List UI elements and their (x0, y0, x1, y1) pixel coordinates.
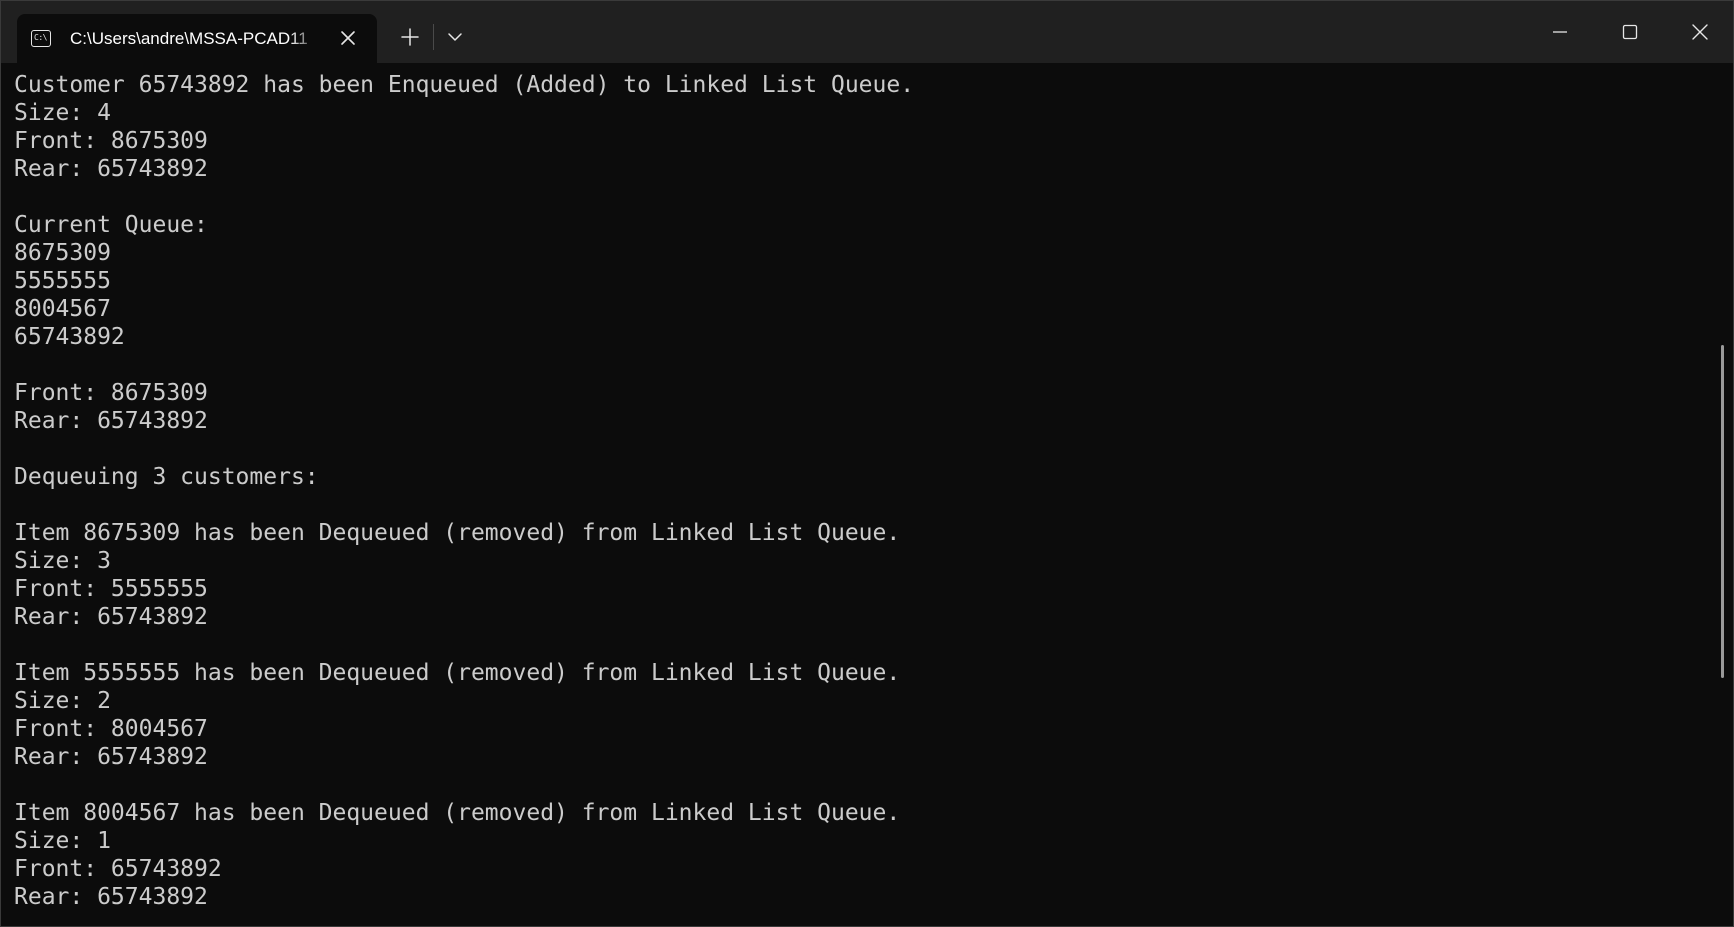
terminal-line: Rear: 65743892 (14, 744, 208, 770)
tab-active[interactable]: C:\ C:\Users\andre\MSSA-PCAD11 (17, 14, 377, 63)
minimize-button[interactable] (1525, 1, 1595, 63)
terminal-window: C:\ C:\Users\andre\MSSA-PCAD11 Customer … (0, 0, 1734, 927)
terminal-line: 5555555 (14, 268, 111, 294)
plus-icon (401, 28, 419, 46)
terminal-output[interactable]: Customer 65743892 has been Enqueued (Add… (14, 71, 1714, 926)
terminal-line: Item 8675309 has been Dequeued (removed)… (14, 520, 901, 546)
terminal-line: Front: 8004567 (14, 716, 208, 742)
terminal-line: Dequeuing 3 customers: (14, 464, 319, 490)
terminal-line: 8675309 (14, 240, 111, 266)
tab-dropdown-button[interactable] (435, 15, 475, 59)
new-tab-button[interactable] (390, 15, 430, 59)
terminal-line: Front: 8675309 (14, 128, 208, 154)
minimize-icon (1553, 31, 1567, 33)
terminal-line: Rear: 65743892 (14, 408, 208, 434)
terminal-line: Size: 1 (14, 828, 111, 854)
terminal-line: Size: 4 (14, 100, 111, 126)
terminal-line: Size: 2 (14, 688, 111, 714)
terminal-line: Front: 5555555 (14, 576, 208, 602)
terminal-line: Rear: 65743892 (14, 156, 208, 182)
terminal-line: Size: 3 (14, 548, 111, 574)
terminal-line: Front: 65743892 (14, 856, 222, 882)
toolbar-divider (433, 24, 434, 50)
tab-title: C:\Users\andre\MSSA-PCAD11 (70, 28, 308, 48)
terminal-line: 8004567 (14, 296, 111, 322)
maximize-button[interactable] (1595, 1, 1665, 63)
terminal-line: Customer 65743892 has been Enqueued (Add… (14, 72, 915, 98)
chevron-down-icon (448, 33, 462, 41)
terminal-line: Front: 8675309 (14, 380, 208, 406)
title-bar[interactable]: C:\ C:\Users\andre\MSSA-PCAD11 (1, 1, 1733, 63)
close-icon (1692, 24, 1708, 40)
terminal-line: Item 8004567 has been Dequeued (removed)… (14, 800, 901, 826)
terminal-line: Rear: 65743892 (14, 884, 208, 910)
maximize-icon (1622, 24, 1638, 40)
tab-close-icon[interactable] (337, 27, 359, 49)
close-button[interactable] (1665, 1, 1733, 63)
terminal-line: Item 5555555 has been Dequeued (removed)… (14, 660, 901, 686)
terminal-line: Current Queue: (14, 212, 208, 238)
terminal-line: 65743892 (14, 324, 125, 350)
terminal-line: Rear: 65743892 (14, 604, 208, 630)
scrollbar-thumb[interactable] (1721, 345, 1724, 678)
terminal-icon: C:\ (31, 30, 51, 47)
